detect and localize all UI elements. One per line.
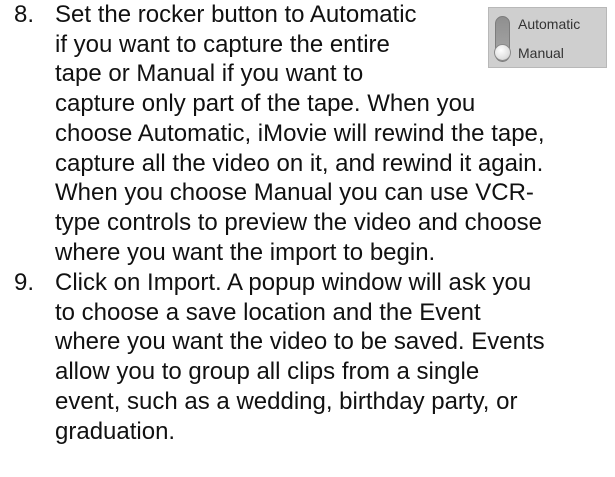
step-text: Set the rocker button to Automatic if yo… — [55, 0, 545, 267]
text-line: When you choose Manual you can use VCR- — [55, 179, 534, 207]
step-text: Click on Import. A popup window will ask… — [55, 268, 545, 446]
text-line: tape or Manual if you want to — [55, 60, 364, 88]
text-line: Click on Import. A popup window will ask… — [55, 269, 532, 296]
text-line: event, such as a wedding, birthday party… — [55, 387, 518, 415]
text-line: to choose a save location and the Event — [55, 298, 481, 326]
text-line: capture only part of the tape. When you — [55, 90, 476, 118]
text-line: if you want to capture the entire — [55, 30, 390, 58]
text-line: where you want the video to be saved. Ev… — [55, 328, 545, 356]
text-line: graduation. — [55, 417, 176, 445]
text-line: capture all the video on it, and rewind … — [55, 149, 544, 177]
text-line: Set the rocker button to Automatic — [55, 1, 417, 28]
rocker-knob-icon — [494, 44, 511, 61]
text-line: type controls to preview the video and c… — [55, 208, 542, 236]
text-line: where you want the import to begin. — [55, 238, 436, 266]
step-number: 8. — [14, 1, 35, 28]
text-line: allow you to group all clips from a sing… — [55, 358, 480, 386]
rocker-button-illustration: Automatic Manual — [488, 7, 607, 68]
rocker-label-manual: Manual — [518, 45, 564, 61]
step-number: 9. — [14, 269, 35, 296]
rocker-label-automatic: Automatic — [518, 16, 581, 32]
text-line: choose Automatic, iMovie will rewind the… — [55, 119, 545, 147]
document-page: 8. Set the rocker button to Automatic if… — [0, 0, 615, 477]
